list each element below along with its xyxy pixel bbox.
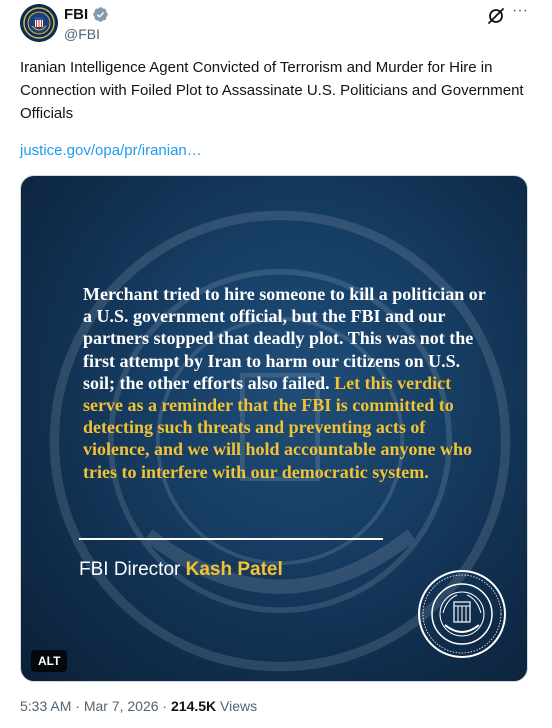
fbi-seal-icon [20, 4, 58, 42]
post-text: Iranian Intelligence Agent Convicted of … [20, 59, 524, 122]
post-date[interactable]: Mar 7, 2026 [84, 698, 159, 714]
author-handle[interactable]: @FBI [64, 26, 100, 42]
author-name-row: FBI [64, 6, 109, 23]
author-display-name[interactable]: FBI [64, 6, 88, 23]
post-link[interactable]: justice.gov/opa/pr/iranian… [20, 142, 202, 159]
grok-button[interactable] [486, 6, 506, 26]
more-icon: ··· [512, 2, 528, 19]
alt-badge[interactable]: ALT [31, 650, 68, 672]
views-count[interactable]: 214.5K [171, 698, 216, 714]
meta-separator: · [158, 698, 171, 714]
fbi-seal-icon [418, 570, 506, 658]
post: FBI @FBI ··· Iranian Intelligence Agent … [0, 0, 552, 728]
attribution-title: FBI Director [79, 559, 186, 580]
media-image[interactable]: Merchant tried to hire someone to kill a… [20, 175, 528, 682]
grok-icon [488, 8, 504, 24]
post-time[interactable]: 5:33 AM [20, 698, 71, 714]
post-meta: 5:33 AM · Mar 7, 2026 · 214.5K Views [20, 698, 257, 714]
attribution: FBI Director Kash Patel [79, 559, 283, 581]
views-label: Views [216, 698, 258, 714]
avatar[interactable] [20, 4, 58, 42]
meta-separator: · [71, 698, 84, 714]
divider [79, 538, 383, 540]
more-button[interactable]: ··· [510, 2, 530, 25]
attribution-name: Kash Patel [185, 559, 283, 580]
verified-badge-icon [93, 7, 108, 22]
quote-text: Merchant tried to hire someone to kill a… [83, 283, 493, 483]
